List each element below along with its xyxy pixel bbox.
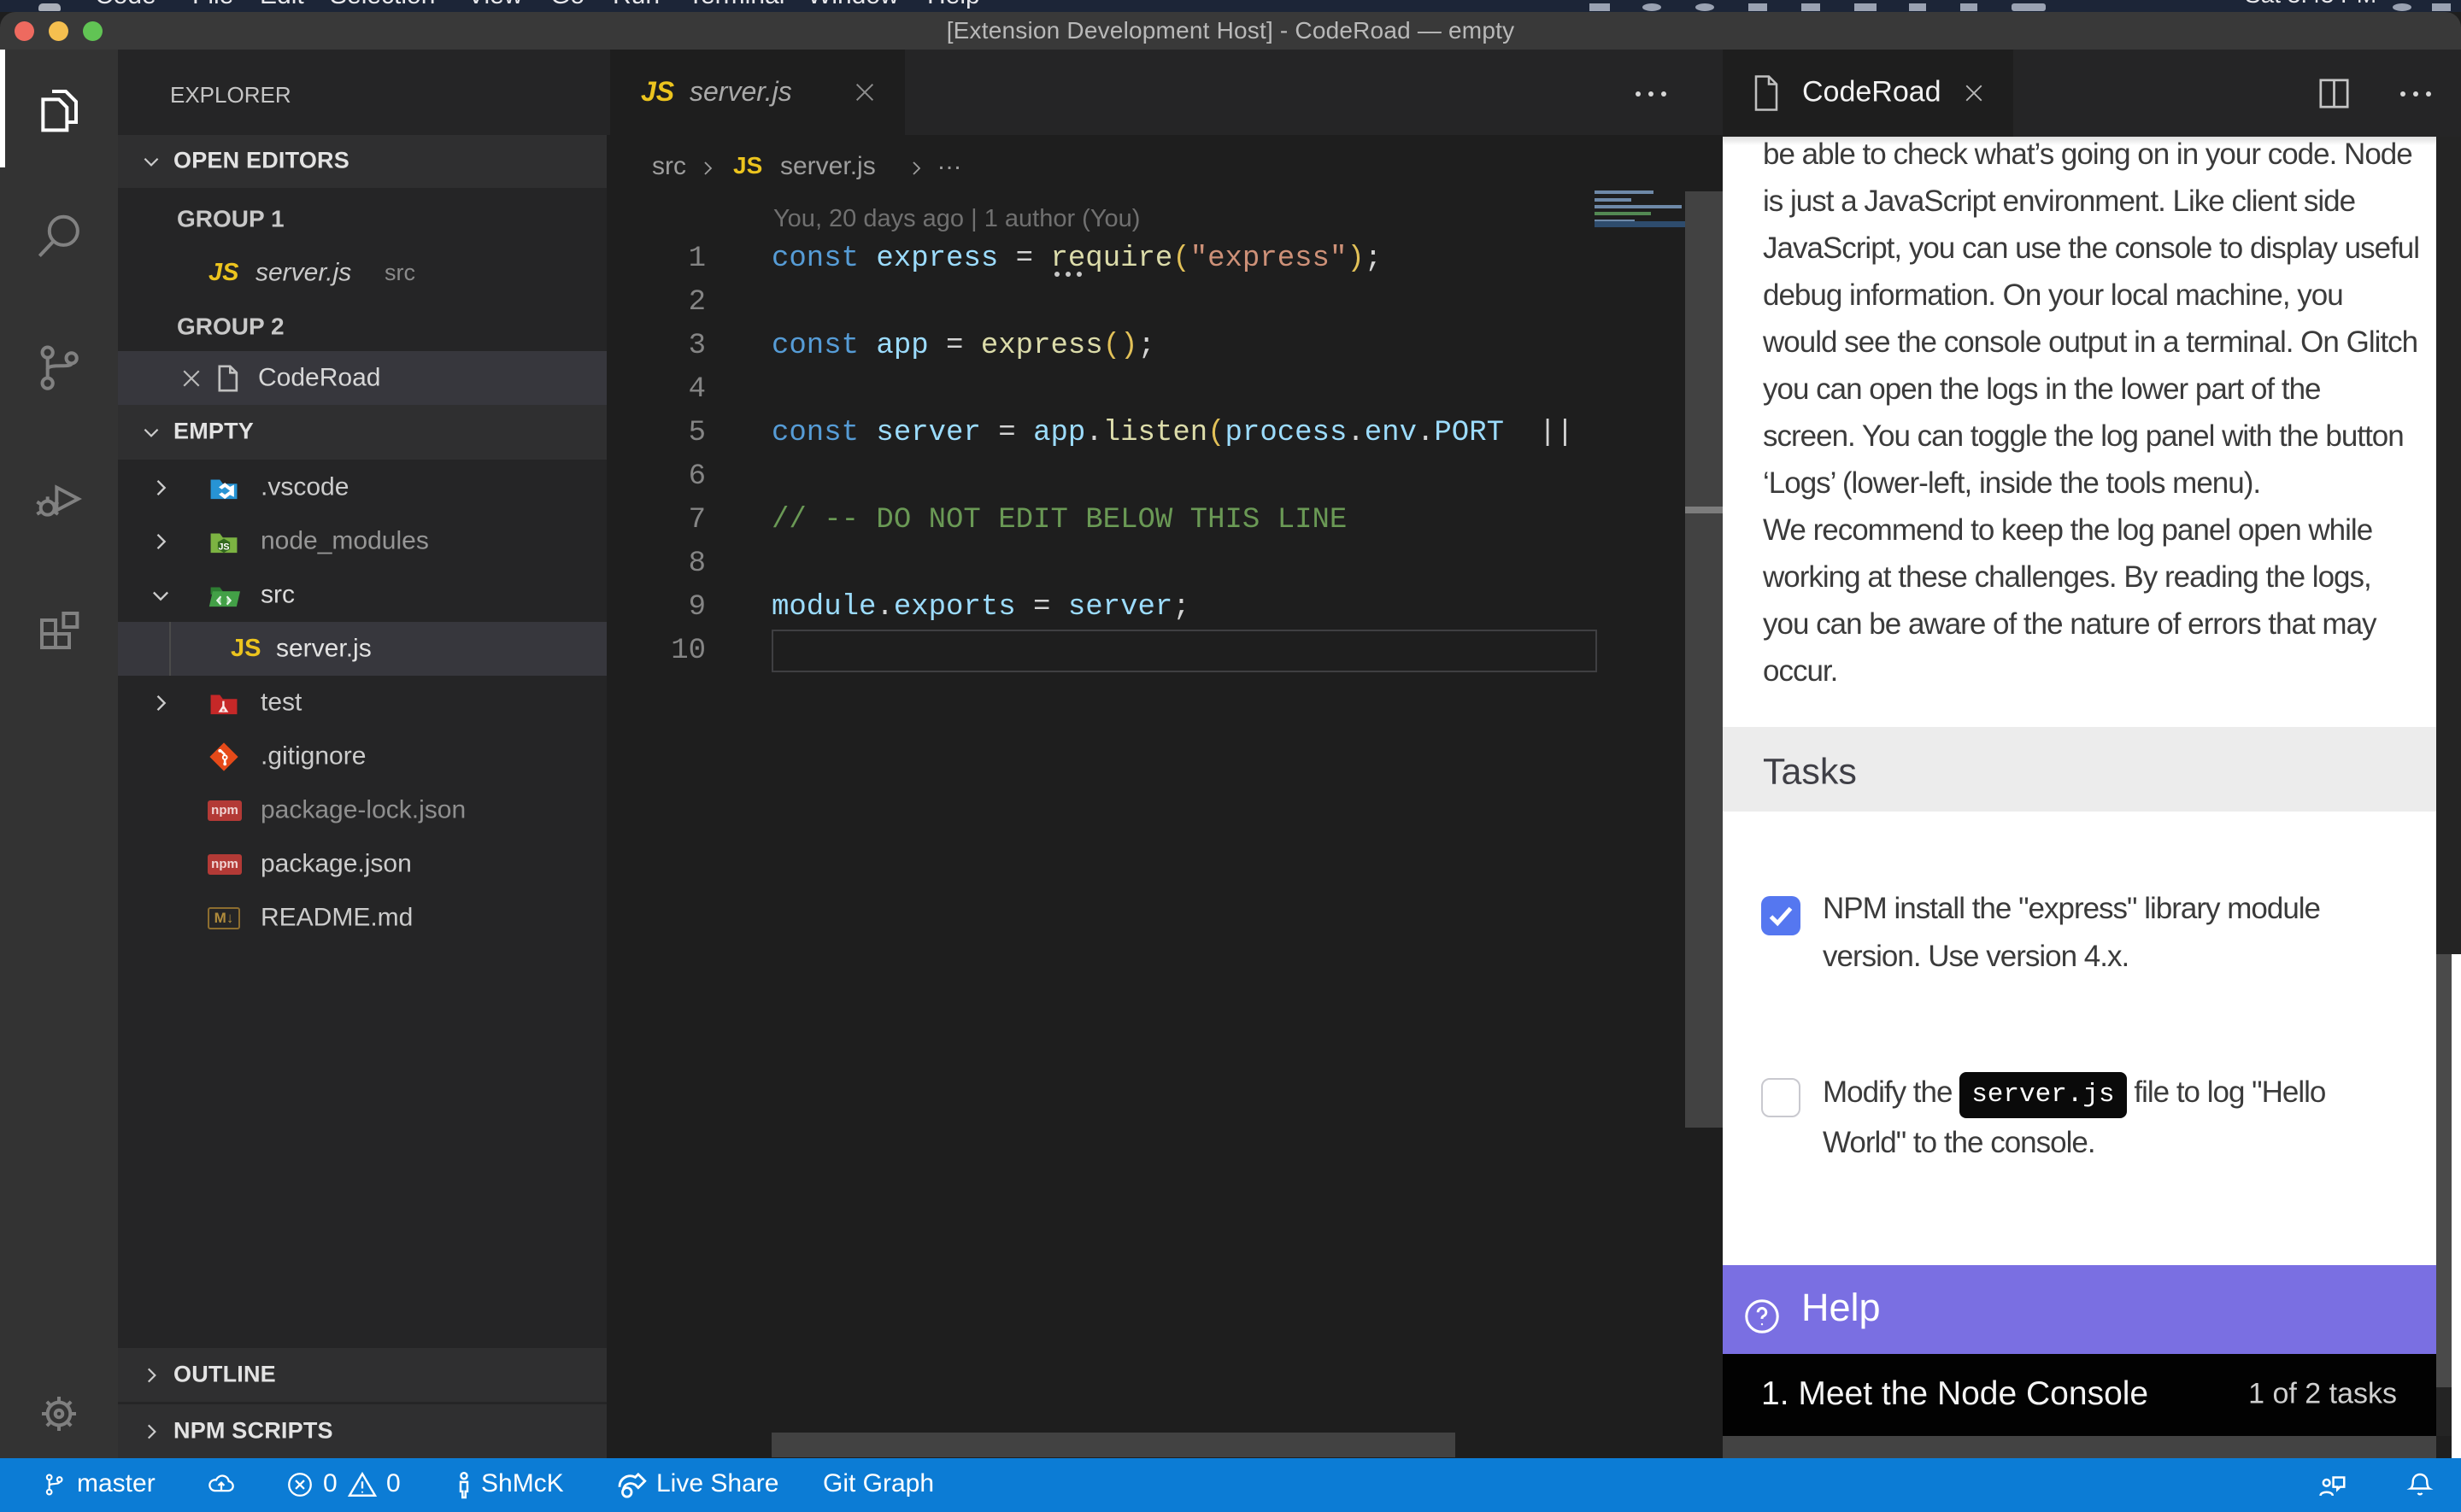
svg-text:JS: JS [218,542,229,552]
